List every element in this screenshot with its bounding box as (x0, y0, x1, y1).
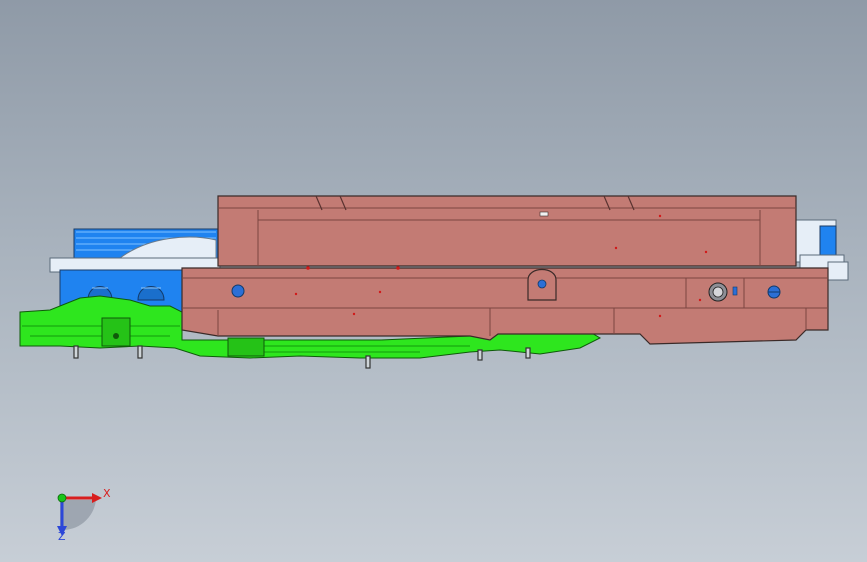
x-axis-label: X (103, 487, 111, 500)
y-axis-dot-icon (57, 493, 67, 503)
z-axis-label: Z (58, 530, 66, 543)
graphics-viewport[interactable]: X Z (0, 0, 867, 562)
x-axis-arrowhead-icon (92, 493, 102, 503)
red-upper-plate-part[interactable] (217, 195, 797, 267)
cad-assembly-model[interactable] (0, 0, 867, 562)
